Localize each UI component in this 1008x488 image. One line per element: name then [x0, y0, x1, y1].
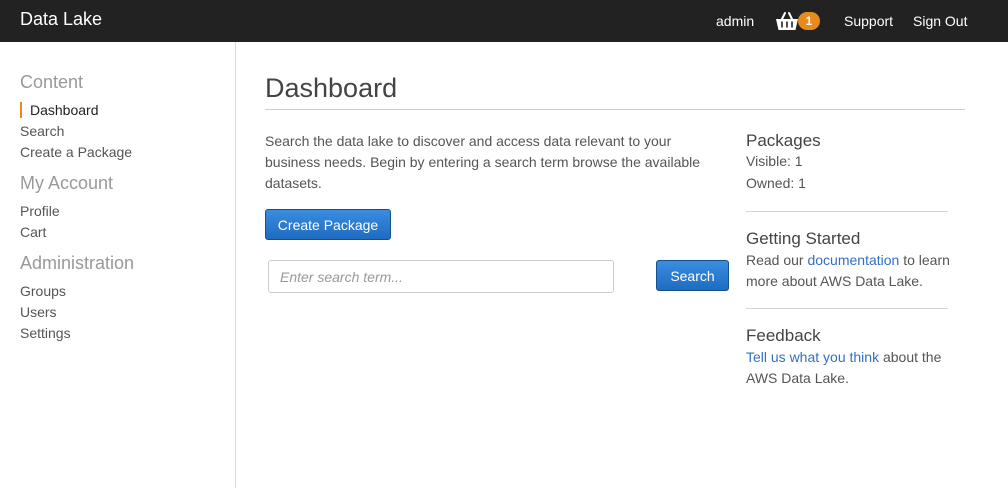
feedback-link[interactable]: Tell us what you think	[746, 349, 879, 365]
search-input[interactable]	[268, 260, 614, 293]
title-divider	[265, 109, 965, 110]
feedback-heading: Feedback	[746, 326, 821, 345]
sidebar-item-dashboard[interactable]: Dashboard	[20, 102, 99, 118]
sidebar-section-my-account: My Account	[20, 173, 114, 193]
sidebar-section-administration: Administration	[20, 253, 135, 273]
getting-started-pre: Read our	[746, 252, 808, 268]
sidebar-section-content: Content	[20, 72, 84, 92]
sign-out-link[interactable]: Sign Out	[913, 13, 967, 29]
basket-icon	[776, 12, 798, 30]
create-package-button[interactable]: Create Package	[265, 209, 391, 240]
sidebar-item-settings[interactable]: Settings	[20, 325, 71, 341]
sidebar-item-cart[interactable]: Cart	[20, 224, 46, 240]
intro-text: Search the data lake to discover and acc…	[265, 133, 701, 191]
sidebar-item-search[interactable]: Search	[20, 123, 64, 139]
panel-divider	[746, 308, 948, 309]
sidebar-item-profile[interactable]: Profile	[20, 203, 60, 219]
support-link[interactable]: Support	[844, 13, 893, 29]
sidebar-item-users[interactable]: Users	[20, 304, 57, 320]
sidebar-item-create-package[interactable]: Create a Package	[20, 144, 132, 160]
documentation-link[interactable]: documentation	[807, 252, 899, 268]
cart-button[interactable]: 1	[775, 11, 825, 33]
panel-divider	[746, 211, 948, 212]
brand-link[interactable]: Data Lake	[20, 9, 102, 30]
getting-started-text: Read our documentation to learn more abo…	[746, 250, 961, 292]
packages-visible-count: Visible: 1	[746, 153, 803, 169]
packages-owned-count: Owned: 1	[746, 175, 806, 191]
search-button[interactable]: Search	[656, 260, 729, 291]
feedback-text: Tell us what you think about the AWS Dat…	[746, 347, 961, 389]
page-title: Dashboard	[265, 73, 398, 103]
user-menu[interactable]: admin	[716, 13, 754, 29]
getting-started-heading: Getting Started	[746, 229, 861, 248]
sidebar-item-groups[interactable]: Groups	[20, 283, 66, 299]
packages-heading: Packages	[746, 131, 821, 150]
cart-count-badge: 1	[798, 12, 820, 30]
top-navbar: Data Lake admin 1 Support Sign Out	[0, 0, 1008, 42]
sidebar: Content Dashboard Search Create a Packag…	[0, 42, 236, 488]
